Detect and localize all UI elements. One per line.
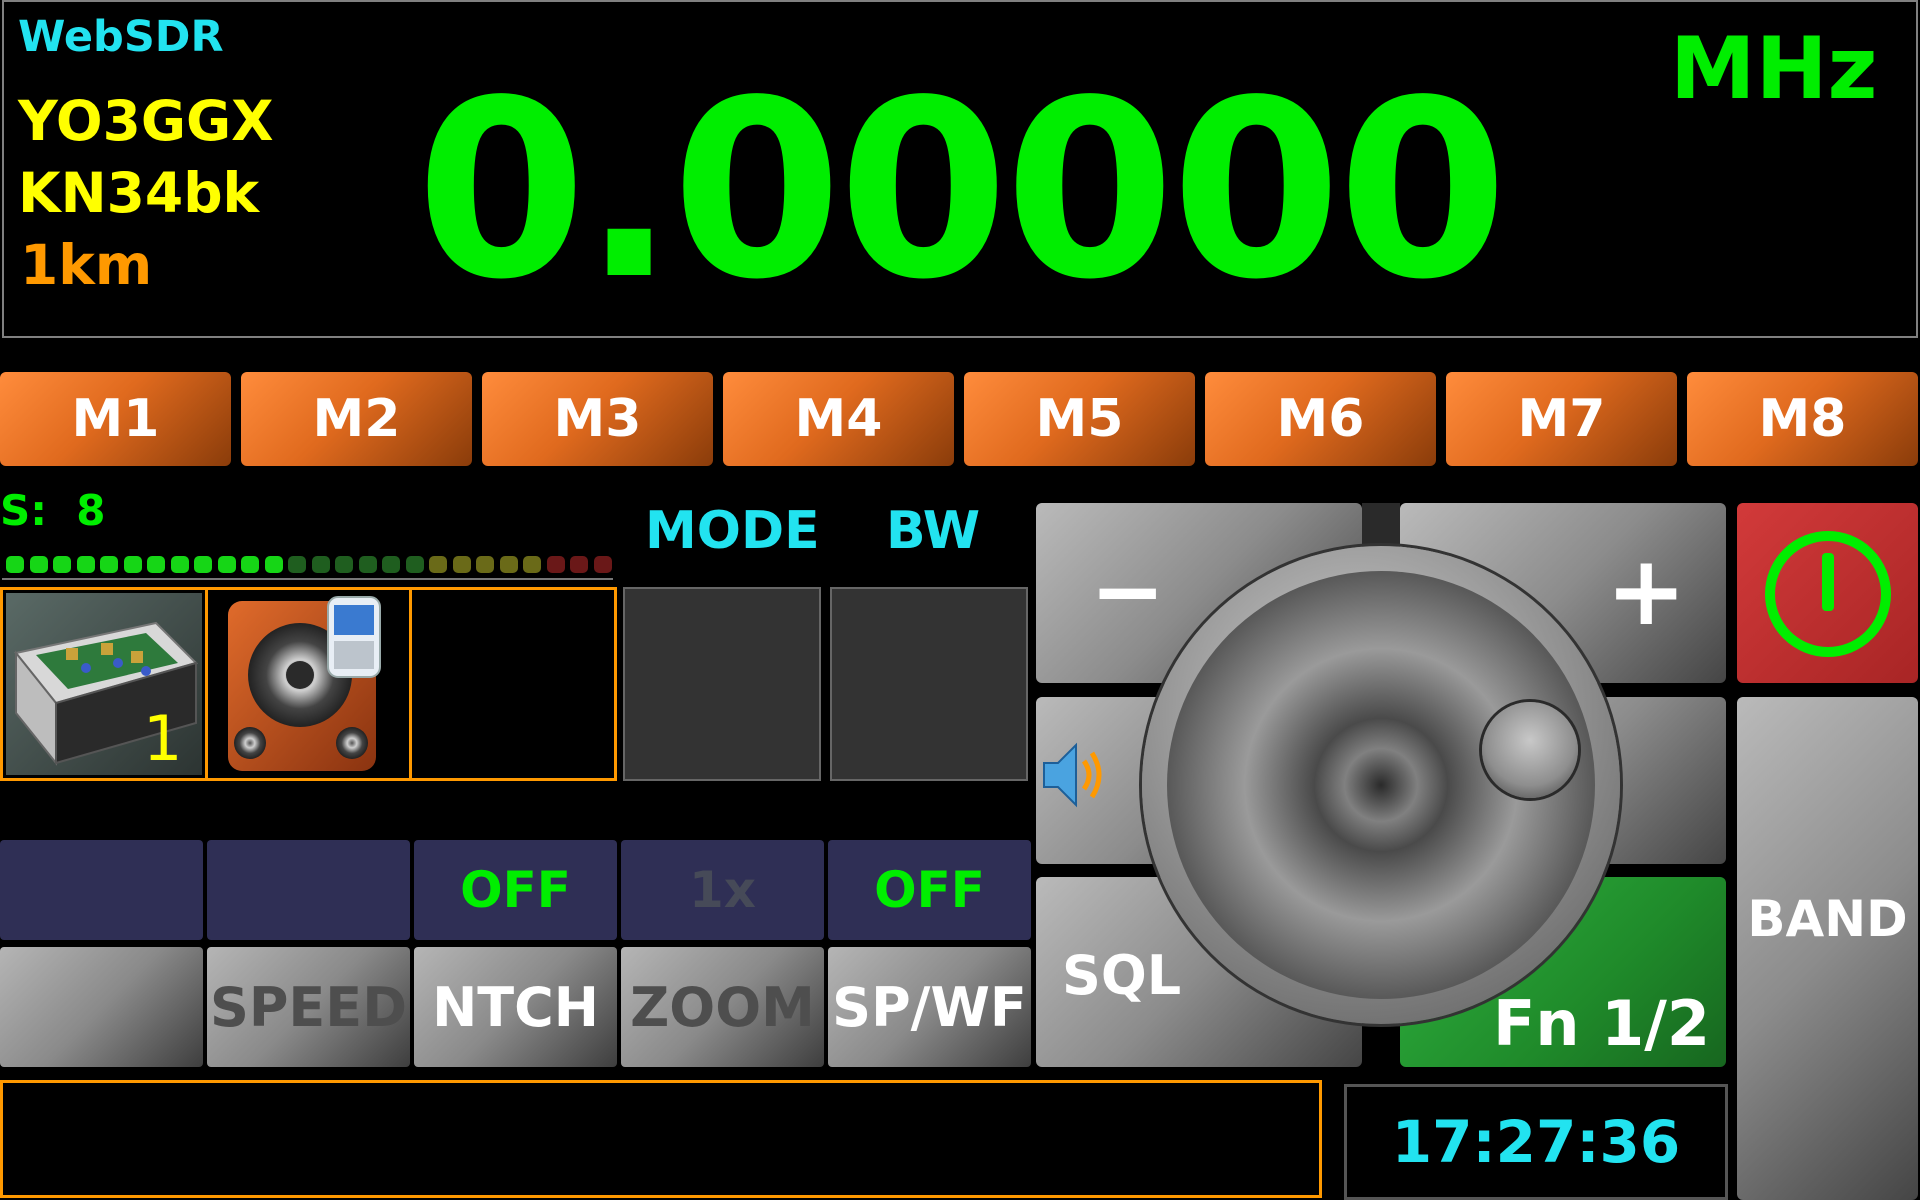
mode-box[interactable]	[623, 587, 821, 781]
toggle-slot-1[interactable]	[0, 840, 203, 940]
clock: 17:27:36	[1344, 1084, 1728, 1200]
signal-meter-segment	[546, 555, 565, 573]
signal-meter-segment	[429, 555, 447, 573]
signal-meter-segment	[53, 555, 71, 573]
signal-meter-segment	[452, 555, 471, 573]
power-button[interactable]	[1737, 503, 1918, 683]
power-icon	[1765, 531, 1891, 657]
smeter-label: S: 8	[0, 490, 106, 532]
notch-button[interactable]: NTCH	[414, 947, 617, 1067]
bw-box[interactable]	[830, 587, 1028, 781]
signal-meter-segment	[29, 555, 48, 573]
blank-button[interactable]	[0, 947, 203, 1067]
knob-finger-dimple[interactable]	[1482, 702, 1578, 798]
source-label: WebSDR	[18, 12, 224, 62]
speed-button[interactable]: SPEED	[207, 947, 410, 1067]
memory-button-m8[interactable]: M8	[1687, 372, 1918, 466]
zoom-button[interactable]: ZOOM	[621, 947, 824, 1067]
memory-button-m2[interactable]: M2	[241, 372, 472, 466]
memory-button-m5[interactable]: M5	[964, 372, 1195, 466]
signal-meter-segment	[264, 555, 283, 573]
signal-meter-segment	[147, 555, 165, 573]
memory-button-m1[interactable]: M1	[0, 372, 231, 466]
fn-label: Fn 1/2	[1493, 987, 1710, 1060]
bw-header: BW	[886, 501, 981, 561]
signal-meter-bar	[2, 550, 613, 580]
signal-meter-segment	[382, 555, 400, 573]
signal-meter-segment	[593, 555, 612, 573]
signal-meter-segment	[570, 555, 588, 573]
signal-meter-segment	[217, 555, 236, 573]
smeter-prefix: S:	[0, 486, 48, 535]
signal-meter-segment	[100, 555, 118, 573]
minus-label: −	[1090, 539, 1166, 644]
memory-button-m7[interactable]: M7	[1446, 372, 1677, 466]
memory-button-m3[interactable]: M3	[482, 372, 713, 466]
signal-meter-segment	[194, 555, 212, 573]
signal-meter-segment	[76, 555, 95, 573]
memory-button-m4[interactable]: M4	[723, 372, 954, 466]
signal-meter-segment	[241, 555, 259, 573]
toggle-slot-2[interactable]	[207, 840, 410, 940]
band-button[interactable]: BAND	[1737, 697, 1918, 1200]
plus-label: +	[1606, 535, 1687, 647]
signal-meter-segment	[288, 555, 306, 573]
smeter-value: 8	[76, 486, 106, 535]
zoom-state[interactable]: 1x	[621, 840, 824, 940]
signal-meter-segment	[335, 555, 353, 573]
signal-meter-segment	[358, 555, 377, 573]
mode-header: MODE	[645, 501, 820, 561]
tile-divider	[205, 590, 208, 778]
signal-meter-segment	[499, 555, 518, 573]
radio-number: 1	[143, 702, 183, 775]
signal-meter-segment	[170, 555, 189, 573]
signal-meter-segment	[405, 555, 424, 573]
sql-label: SQL	[1062, 944, 1182, 1007]
memory-button-m6[interactable]: M6	[1205, 372, 1436, 466]
signal-meter-segment	[6, 555, 24, 573]
signal-meter-segment	[123, 555, 142, 573]
device-tiles: 1	[0, 587, 617, 781]
signal-meter-segment	[476, 555, 494, 573]
speaker-phone-image[interactable]	[224, 593, 394, 775]
frequency-readout[interactable]: 0.00000	[0, 68, 1920, 313]
notch-state[interactable]: OFF	[414, 840, 617, 940]
speaker-icon	[228, 596, 381, 771]
status-bar	[0, 1080, 1322, 1198]
signal-meter-segment	[311, 555, 330, 573]
tile-divider	[409, 590, 412, 778]
speaker-icon	[1043, 742, 1102, 808]
signal-meter-segment	[523, 555, 541, 573]
spwf-state[interactable]: OFF	[828, 840, 1031, 940]
spwf-button[interactable]: SP/WF	[828, 947, 1031, 1067]
